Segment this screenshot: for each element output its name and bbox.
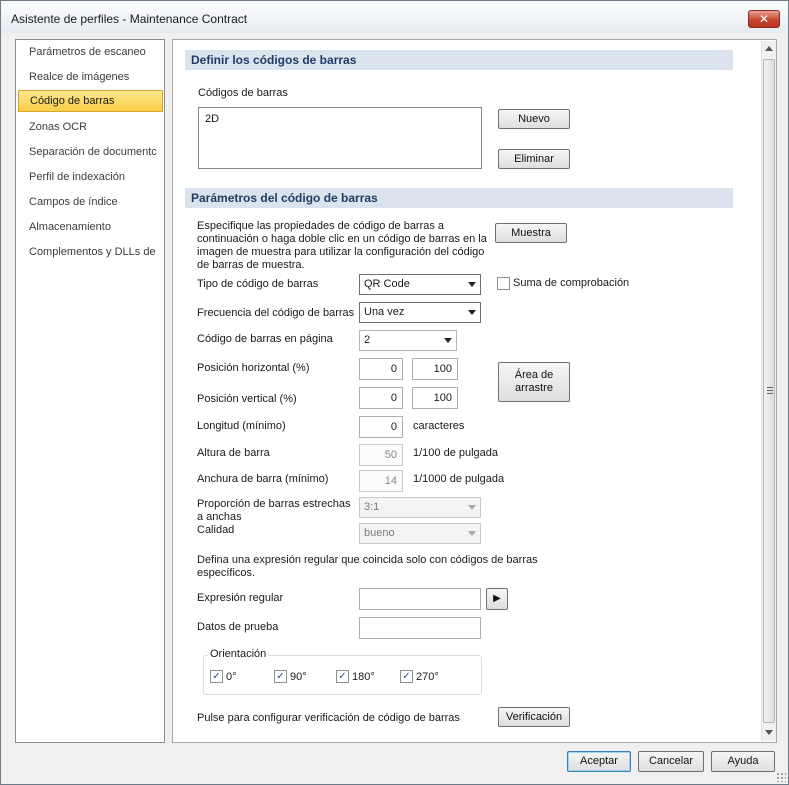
chevron-down-icon <box>468 282 476 287</box>
quality-select[interactable]: bueno <box>359 523 481 544</box>
horizontal-to-input[interactable]: 100 <box>412 358 458 380</box>
grip-line <box>767 387 773 388</box>
per-page-label: Código de barras en página <box>197 333 333 345</box>
scrollbar-thumb[interactable] <box>763 59 775 723</box>
horizontal-position-label: Posición horizontal (%) <box>197 362 310 374</box>
horizontal-from-input[interactable]: 0 <box>359 358 403 380</box>
drag-area-button[interactable]: Área de arrastre <box>498 362 570 402</box>
orientation-270-label: 270° <box>416 671 439 683</box>
accept-button[interactable]: Aceptar <box>567 751 631 772</box>
test-data-input[interactable] <box>359 617 481 639</box>
bar-width-label: Anchura de barra (mínimo) <box>197 473 329 485</box>
close-button[interactable]: ✕ <box>748 10 780 28</box>
close-icon: ✕ <box>758 12 770 26</box>
min-length-label: Longitud (mínimo) <box>197 420 286 432</box>
sidebar-item-indexing-profile[interactable]: Perfil de indexación <box>18 166 163 188</box>
orientation-group: Orientación ✓ 0° ✓ 90° ✓ 180° ✓ 270° <box>203 648 482 695</box>
barcode-parameters-header: Parámetros del código de barras <box>185 188 733 208</box>
sidebar-item-storage[interactable]: Almacenamiento <box>18 216 163 238</box>
parameters-description: Especifique las propiedades de código de… <box>197 220 487 271</box>
sample-button[interactable]: Muestra <box>495 223 567 243</box>
per-page-value: 2 <box>364 334 371 346</box>
define-barcodes-header: Definir los códigos de barras <box>185 50 733 70</box>
orientation-270-checkbox[interactable]: ✓ <box>400 670 413 683</box>
vertical-position-label: Posición vertical (%) <box>197 393 297 405</box>
list-item[interactable]: 2D <box>205 113 219 125</box>
bar-ratio-label-line2: a anchas <box>197 511 242 523</box>
drag-area-button-line2: arrastre <box>515 382 553 394</box>
help-button[interactable]: Ayuda <box>711 751 775 772</box>
bar-ratio-select[interactable]: 3:1 <box>359 497 481 518</box>
profile-wizard-window: Asistente de perfiles - Maintenance Cont… <box>0 0 789 785</box>
orientation-0-label: 0° <box>226 671 237 683</box>
sidebar-item-barcodes[interactable]: Código de barras <box>18 90 163 112</box>
chevron-down-icon <box>468 531 476 536</box>
sidebar-item-index-fields[interactable]: Campos de índice <box>18 191 163 213</box>
sidebar-item-document-separation[interactable]: Separación de documentc <box>18 141 163 163</box>
barcodes-list[interactable]: 2D <box>198 107 482 169</box>
frequency-select[interactable]: Una vez <box>359 302 481 323</box>
bar-width-unit: 1/1000 de pulgada <box>413 473 505 485</box>
regex-label: Expresión regular <box>197 592 284 604</box>
cancel-button[interactable]: Cancelar <box>638 751 704 772</box>
bar-ratio-value: 3:1 <box>364 501 380 513</box>
orientation-0-checkbox[interactable]: ✓ <box>210 670 223 683</box>
play-icon: ▶ <box>493 593 501 604</box>
vertical-from-input[interactable]: 0 <box>359 387 403 409</box>
orientation-label: Orientación <box>208 648 269 660</box>
chevron-down-icon <box>468 505 476 510</box>
sidebar-item-image-enhancement[interactable]: Realce de imágenes <box>18 66 163 88</box>
grip-line <box>767 390 773 391</box>
window-title: Asistente de perfiles - Maintenance Cont… <box>11 12 248 26</box>
vertical-scrollbar[interactable] <box>761 41 776 741</box>
regex-test-button[interactable]: ▶ <box>486 588 508 610</box>
barcode-type-value: QR Code <box>364 278 410 290</box>
barcode-type-label: Tipo de código de barras <box>197 278 319 290</box>
bar-height-input[interactable]: 50 <box>359 444 403 466</box>
vertical-to-input[interactable]: 100 <box>412 387 458 409</box>
frequency-label: Frecuencia del código de barras <box>197 307 355 319</box>
chevron-down-icon <box>468 310 476 315</box>
scroll-up-icon[interactable] <box>765 46 773 51</box>
bar-height-unit: 1/100 de pulgada <box>413 447 499 459</box>
sidebar-item-plugins-dlls[interactable]: Complementos y DLLs de <box>18 241 163 263</box>
frequency-value: Una vez <box>364 306 405 318</box>
delete-button[interactable]: Eliminar <box>498 149 570 169</box>
verification-button[interactable]: Verificación <box>498 707 570 727</box>
quality-label: Calidad <box>197 524 235 536</box>
orientation-90-checkbox[interactable]: ✓ <box>274 670 287 683</box>
grip-line <box>767 393 773 394</box>
min-length-input[interactable]: 0 <box>359 416 403 438</box>
checksum-checkbox[interactable] <box>497 277 510 290</box>
orientation-90-label: 90° <box>290 671 307 683</box>
regex-input[interactable] <box>359 588 481 610</box>
bar-ratio-label: Proporción de barras estrechas a anchas <box>197 498 350 524</box>
bar-ratio-label-line1: Proporción de barras estrechas <box>197 498 351 510</box>
resize-grip[interactable] <box>776 772 786 782</box>
orientation-180-label: 180° <box>352 671 375 683</box>
title-bar: Asistente de perfiles - Maintenance Cont… <box>1 1 788 33</box>
bar-height-label: Altura de barra <box>197 447 270 459</box>
barcode-settings-panel: Definir los códigos de barras Códigos de… <box>172 39 777 743</box>
scroll-down-icon[interactable] <box>765 730 773 735</box>
new-button[interactable]: Nuevo <box>498 109 570 129</box>
verification-text: Pulse para configurar verificación de có… <box>197 712 460 724</box>
sidebar-item-ocr-zones[interactable]: Zonas OCR <box>18 116 163 138</box>
chevron-down-icon <box>444 338 452 343</box>
barcodes-list-label: Códigos de barras <box>198 87 288 99</box>
barcode-type-select[interactable]: QR Code <box>359 274 481 295</box>
regex-intro: Defina una expresión regular que coincid… <box>197 554 538 579</box>
drag-area-button-line1: Área de <box>514 369 554 381</box>
wizard-sidebar: Parámetros de escaneo Realce de imágenes… <box>15 39 165 743</box>
sidebar-item-scan-parameters[interactable]: Parámetros de escaneo <box>18 41 163 63</box>
bar-width-input[interactable]: 14 <box>359 470 403 492</box>
per-page-select[interactable]: 2 <box>359 330 457 351</box>
orientation-180-checkbox[interactable]: ✓ <box>336 670 349 683</box>
test-data-label: Datos de prueba <box>197 621 279 633</box>
quality-value: bueno <box>364 527 395 539</box>
checksum-label: Suma de comprobación <box>513 277 630 289</box>
min-length-unit: caracteres <box>413 420 465 432</box>
